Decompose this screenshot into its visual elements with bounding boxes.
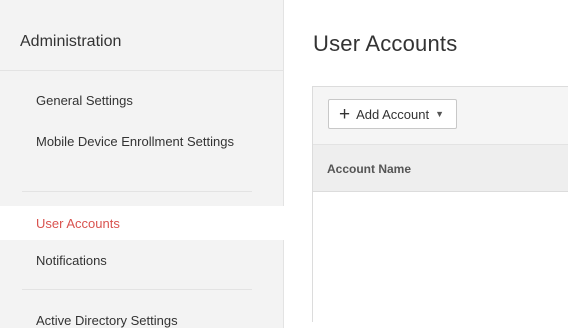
sidebar-group-divider (22, 289, 252, 290)
sidebar-group-divider (22, 191, 252, 192)
panel-toolbar: + Add Account ▼ (313, 87, 568, 145)
accounts-panel: + Add Account ▼ Account Name (312, 86, 568, 323)
column-header-account-name[interactable]: Account Name (327, 162, 411, 176)
table-body (313, 192, 568, 323)
sidebar-divider (0, 70, 284, 71)
main-content: User Accounts + Add Account ▼ Account Na… (284, 0, 568, 328)
sidebar-item-mobile-device-enrollment-settings[interactable]: Mobile Device Enrollment Settings (36, 132, 236, 151)
page-title: User Accounts (313, 31, 458, 56)
sidebar-item-active-directory-settings[interactable]: Active Directory Settings (36, 311, 178, 328)
sidebar-item-user-accounts[interactable]: User Accounts (36, 214, 120, 233)
table-header: Account Name (313, 145, 568, 192)
plus-icon: + (339, 103, 351, 125)
add-account-button[interactable]: + Add Account ▼ (328, 99, 458, 129)
app-window: Administration General Settings Mobile D… (0, 0, 568, 328)
sidebar-item-general-settings[interactable]: General Settings (36, 91, 133, 110)
sidebar-item-notifications[interactable]: Notifications (36, 251, 107, 270)
sidebar-title: Administration (20, 33, 122, 50)
caret-down-icon: ▼ (435, 109, 445, 119)
sidebar: Administration General Settings Mobile D… (0, 0, 284, 328)
add-account-label: Add Account (356, 106, 430, 122)
